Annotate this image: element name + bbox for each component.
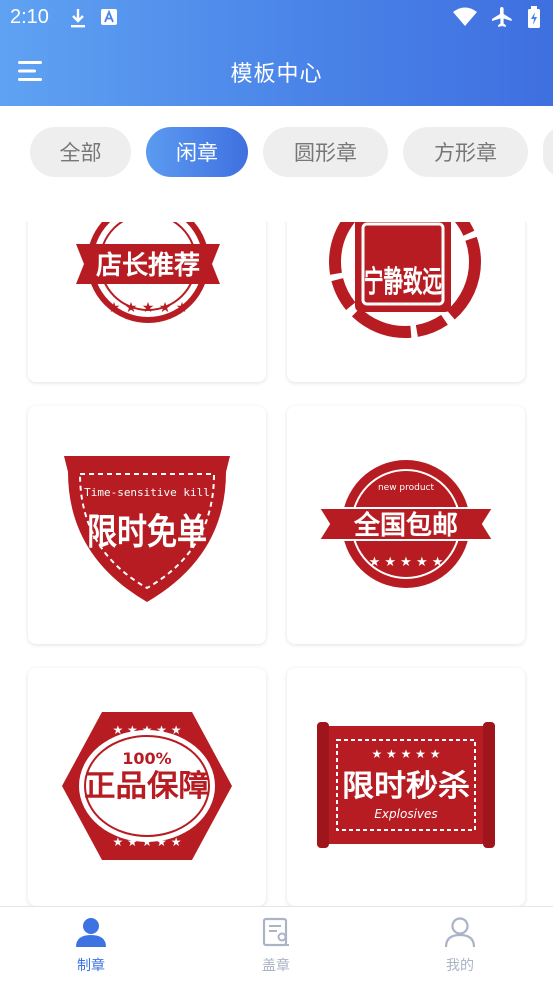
download-icon: [68, 7, 88, 33]
header: 2:10 模板中心: [0, 0, 553, 106]
stamp-text: 限时免单: [87, 511, 207, 553]
airplane-icon: [491, 6, 513, 32]
nav-mine[interactable]: 我的: [400, 915, 520, 977]
stamp-text: 限时秒杀: [342, 769, 470, 804]
nav-label: 盖章: [262, 958, 290, 974]
stamp-subtext: 100%: [122, 749, 171, 768]
stamp-text: 宁静致远: [364, 265, 442, 300]
stamp-card[interactable]: 100% 正品保障 ★ ★ ★ ★ ★ ★ ★ ★ ★ ★: [28, 668, 266, 906]
stamp-document-icon: [262, 917, 289, 947]
page-title: 模板中心: [230, 62, 323, 87]
stamp-image-shield: Time-sensitive kill 限时免单: [64, 456, 230, 602]
stamp-subtext: Explosives: [374, 807, 437, 821]
stamp-card[interactable]: 店长推荐 ★ ★ ★ ★ ★: [28, 222, 266, 382]
stamp-image-round-banner: 店长推荐 ★ ★ ★ ★ ★: [76, 222, 220, 323]
stamp-image-scroll: ★ ★ ★ ★ ★ 限时秒杀 Explosives: [317, 722, 495, 848]
nav-label: 我的: [446, 958, 474, 974]
stamp-text: 全国包邮: [353, 510, 458, 541]
svg-text:★ ★ ★ ★ ★: ★ ★ ★ ★ ★: [112, 723, 181, 737]
svg-text:★ ★ ★ ★ ★: ★ ★ ★ ★ ★: [371, 747, 440, 761]
battery-icon: [527, 6, 541, 32]
stamp-grid: 店长推荐 ★ ★ ★ ★ ★ 宁静致远 Time-sensitive kill …: [0, 222, 553, 906]
tab-more[interactable]: [543, 127, 553, 177]
status-time: 2:10: [10, 6, 49, 28]
font-a-icon: [100, 7, 118, 33]
status-bar: 2:10: [0, 0, 553, 36]
tab-all[interactable]: 全部: [30, 127, 131, 177]
stamp-card[interactable]: 宁静致远: [287, 222, 525, 382]
nav-make-stamp[interactable]: 制章: [31, 915, 151, 977]
stamp-subtext: Time-sensitive kill: [84, 486, 210, 499]
tab-round[interactable]: 圆形章: [263, 127, 388, 177]
svg-text:★ ★ ★ ★ ★: ★ ★ ★ ★ ★: [108, 300, 189, 316]
tab-leisure[interactable]: 闲章: [146, 127, 248, 177]
stamp-card[interactable]: ★ ★ ★ ★ ★ 限时秒杀 Explosives: [287, 668, 525, 906]
nav-label: 制章: [77, 958, 105, 974]
profile-icon: [444, 917, 476, 948]
stamp-card[interactable]: new product 全国包邮 ★ ★ ★ ★ ★: [287, 406, 525, 644]
stamp-text: 店长推荐: [96, 251, 200, 281]
svg-text:★ ★ ★ ★ ★: ★ ★ ★ ★ ★: [112, 835, 181, 849]
app-bar: 模板中心: [0, 36, 553, 106]
category-tabs: 全部 闲章 圆形章 方形章: [0, 106, 553, 198]
stamp-text: 正品保障: [84, 769, 210, 804]
wifi-icon: [453, 7, 477, 31]
nav-apply-stamp[interactable]: 盖章: [216, 915, 336, 977]
svg-text:★ ★ ★ ★ ★: ★ ★ ★ ★ ★: [369, 555, 444, 570]
person-icon: [76, 918, 106, 947]
stamp-card[interactable]: Time-sensitive kill 限时免单: [28, 406, 266, 644]
stamp-image-square-brush: 宁静致远: [329, 222, 481, 338]
tab-square[interactable]: 方形章: [403, 127, 528, 177]
stamp-subtext: new product: [378, 483, 435, 493]
stamp-image-scalloped-banner: new product 全国包邮 ★ ★ ★ ★ ★: [317, 460, 495, 588]
bottom-navigation: 制章 盖章 我的: [0, 906, 553, 983]
stamp-image-hexagon: 100% 正品保障 ★ ★ ★ ★ ★ ★ ★ ★ ★ ★: [62, 712, 232, 860]
